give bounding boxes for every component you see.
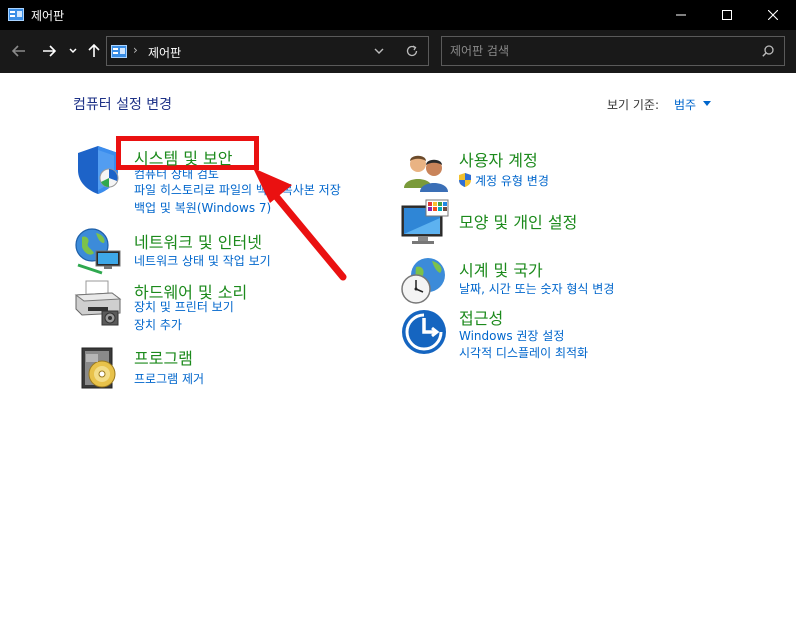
control-panel-icon xyxy=(8,8,24,21)
control-panel-icon xyxy=(111,45,127,58)
view-by-arrow-icon[interactable] xyxy=(703,101,711,106)
arrow-up-icon xyxy=(88,44,100,57)
minimize-icon xyxy=(676,14,686,16)
uac-shield-icon xyxy=(459,173,471,187)
highlighted-category-label[interactable]: 시스템 및 보안 xyxy=(134,145,233,169)
link-uninstall-program[interactable]: 프로그램 제거 xyxy=(134,370,204,387)
up-button[interactable] xyxy=(84,38,104,64)
maximize-button[interactable] xyxy=(704,0,750,30)
globe-network-icon[interactable] xyxy=(72,225,124,277)
category-appearance-personalization[interactable]: 모양 및 개인 설정 xyxy=(459,209,577,233)
minimize-button[interactable] xyxy=(658,0,704,30)
monitor-palette-icon[interactable] xyxy=(400,198,452,250)
back-button[interactable] xyxy=(8,38,30,64)
link-file-history-backup[interactable]: 파일 히스토리로 파일의 백업 복사본 저장 xyxy=(134,181,341,198)
clock-globe-icon[interactable] xyxy=(400,255,452,307)
breadcrumb-control-panel[interactable]: 제어판 xyxy=(148,44,181,61)
link-backup-restore[interactable]: 백업 및 복원(Windows 7) xyxy=(134,199,271,216)
link-add-device[interactable]: 장치 추가 xyxy=(134,316,182,333)
link-change-account-type[interactable]: 계정 유형 변경 xyxy=(475,172,549,189)
link-windows-recommended-settings[interactable]: Windows 권장 설정 xyxy=(459,327,564,344)
link-change-date-time-format[interactable]: 날짜, 시간 또는 숫자 형식 변경 xyxy=(459,280,614,297)
category-clock-region[interactable]: 시계 및 국가 xyxy=(459,257,543,281)
category-ease-of-access[interactable]: 접근성 xyxy=(459,305,503,329)
window-title: 제어판 xyxy=(31,9,65,23)
navigation-bar: › 제어판 xyxy=(0,30,796,73)
programs-disc-icon[interactable] xyxy=(76,342,128,394)
link-optimize-visual-display[interactable]: 시각적 디스플레이 최적화 xyxy=(459,344,588,361)
address-bar[interactable]: › 제어판 xyxy=(106,36,429,66)
ease-of-access-icon[interactable] xyxy=(400,308,452,360)
close-button[interactable] xyxy=(750,0,796,30)
category-user-accounts[interactable]: 사용자 계정 xyxy=(459,147,538,171)
link-network-status[interactable]: 네트워크 상태 및 작업 보기 xyxy=(134,252,271,269)
breadcrumb-separator: › xyxy=(133,43,138,57)
arrow-right-icon xyxy=(43,45,56,57)
view-by-label: 보기 기준: xyxy=(607,98,660,112)
address-dropdown-icon[interactable] xyxy=(373,44,385,58)
title-bar: 제어판 xyxy=(0,0,796,30)
view-by-dropdown[interactable]: 범주 xyxy=(674,96,696,113)
search-input[interactable] xyxy=(450,42,750,60)
users-icon[interactable] xyxy=(400,148,452,200)
printer-icon[interactable] xyxy=(72,277,124,329)
recent-locations-button[interactable] xyxy=(66,38,80,64)
close-icon xyxy=(768,10,778,20)
annotation-highlight-box: 시스템 및 보안 xyxy=(116,136,259,170)
page-title: 컴퓨터 설정 변경 xyxy=(73,97,173,113)
category-programs[interactable]: 프로그램 xyxy=(134,345,193,369)
chevron-down-icon xyxy=(69,48,77,54)
forward-button[interactable] xyxy=(38,38,60,64)
maximize-icon xyxy=(722,10,732,20)
search-icon[interactable] xyxy=(762,45,774,57)
arrow-left-icon xyxy=(12,45,25,57)
refresh-icon[interactable] xyxy=(405,43,419,59)
search-box[interactable] xyxy=(441,36,785,66)
link-view-devices-printers[interactable]: 장치 및 프린터 보기 xyxy=(134,298,234,315)
category-network-internet[interactable]: 네트워크 및 인터넷 xyxy=(134,229,262,253)
